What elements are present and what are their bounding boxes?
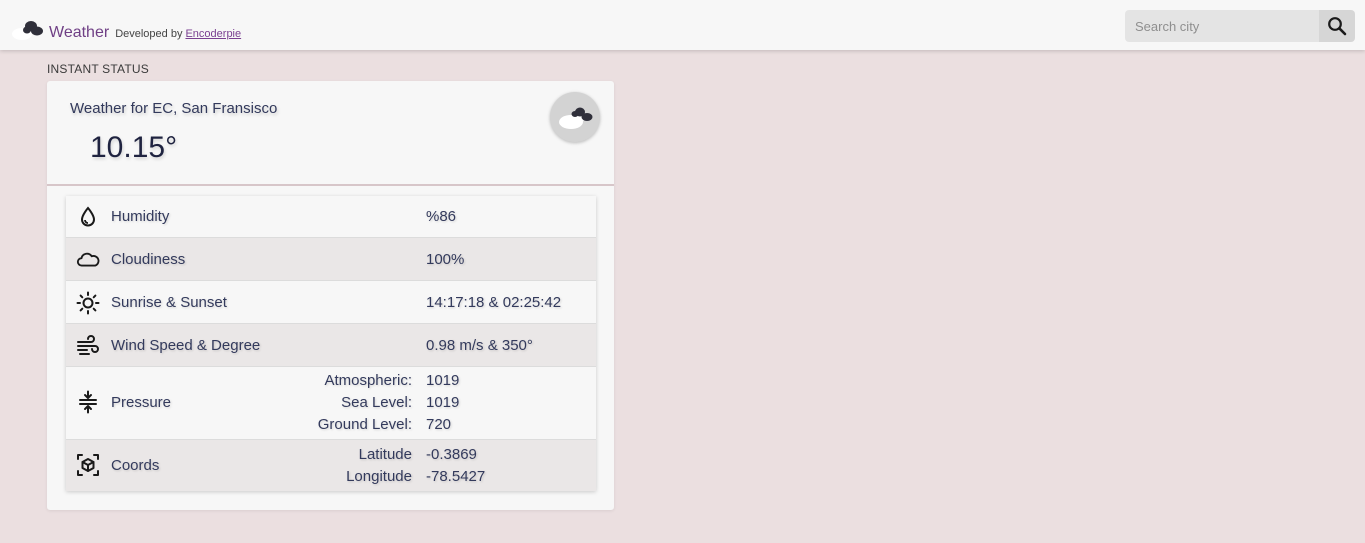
droplet-icon: [80, 206, 96, 227]
coords-label: Coords: [111, 457, 160, 474]
weather-card: Weather for EC, San Fransisco 10.15° Hum…: [47, 81, 614, 510]
details-table: Humidity %86 Cloudiness 100% Sunrise & S…: [66, 196, 596, 491]
pressure-sea-level-key: Sea Level:: [341, 394, 412, 411]
wind-icon: [77, 335, 99, 355]
section-label: INSTANT STATUS: [47, 62, 149, 76]
row-wind: Wind Speed & Degree 0.98 m/s & 350°: [66, 324, 596, 367]
sun-label: Sunrise & Sunset: [111, 294, 227, 311]
search-icon: [1328, 17, 1347, 36]
search-input[interactable]: [1125, 10, 1319, 42]
clouds-icon: [559, 107, 593, 129]
developer-link[interactable]: Encoderpie: [185, 28, 241, 40]
pressure-ground-level-value: 720: [426, 416, 452, 433]
pressure-atmospheric-key: Atmospheric:: [324, 372, 412, 389]
row-coords: Coords Latitude -0.3869 Longitude -78.54…: [66, 440, 596, 491]
latitude-key: Latitude: [358, 446, 412, 463]
cloud-icon: [76, 252, 100, 267]
search-bar: [1125, 10, 1355, 42]
row-sun: Sunrise & Sunset 14:17:18 & 02:25:42: [66, 281, 596, 324]
sun-value: 14:17:18 & 02:25:42: [426, 294, 562, 311]
pressure-icon: [79, 390, 97, 414]
cloudiness-label: Cloudiness: [111, 251, 186, 268]
brand: Weather Developed by Encoderpie: [8, 13, 241, 42]
condition-badge: [550, 92, 600, 142]
pressure-atmospheric-value: 1019: [426, 372, 460, 389]
humidity-value: %86: [426, 208, 457, 225]
latitude-value: -0.3869: [426, 446, 477, 463]
app-title: Weather: [49, 24, 110, 41]
navbar: Weather Developed by Encoderpie: [0, 0, 1365, 50]
pressure-label: Pressure: [111, 394, 172, 411]
wind-label: Wind Speed & Degree: [111, 337, 261, 354]
pressure-ground-level-key: Ground Level:: [317, 416, 412, 433]
humidity-label: Humidity: [111, 208, 170, 225]
card-header: Weather for EC, San Fransisco 10.15°: [47, 81, 614, 186]
row-cloudiness: Cloudiness 100%: [66, 238, 596, 281]
wind-value: 0.98 m/s & 350°: [426, 337, 533, 354]
longitude-value: -78.5427: [426, 468, 486, 485]
temperature: 10.15°: [90, 131, 178, 164]
longitude-key: Longitude: [346, 468, 412, 485]
clouds-logo-icon: [12, 21, 43, 40]
coords-icon: [77, 454, 99, 476]
pressure-sea-level-value: 1019: [426, 394, 460, 411]
row-humidity: Humidity %86: [66, 196, 596, 238]
sun-icon: [76, 291, 100, 315]
developed-by-label: Developed by: [115, 28, 183, 40]
cloudiness-value: 100%: [426, 251, 465, 268]
weather-title: Weather for EC, San Fransisco: [70, 100, 278, 117]
search-button[interactable]: [1319, 10, 1355, 42]
row-pressure: Pressure Atmospheric: 1019 Sea Level: 10…: [66, 367, 596, 440]
